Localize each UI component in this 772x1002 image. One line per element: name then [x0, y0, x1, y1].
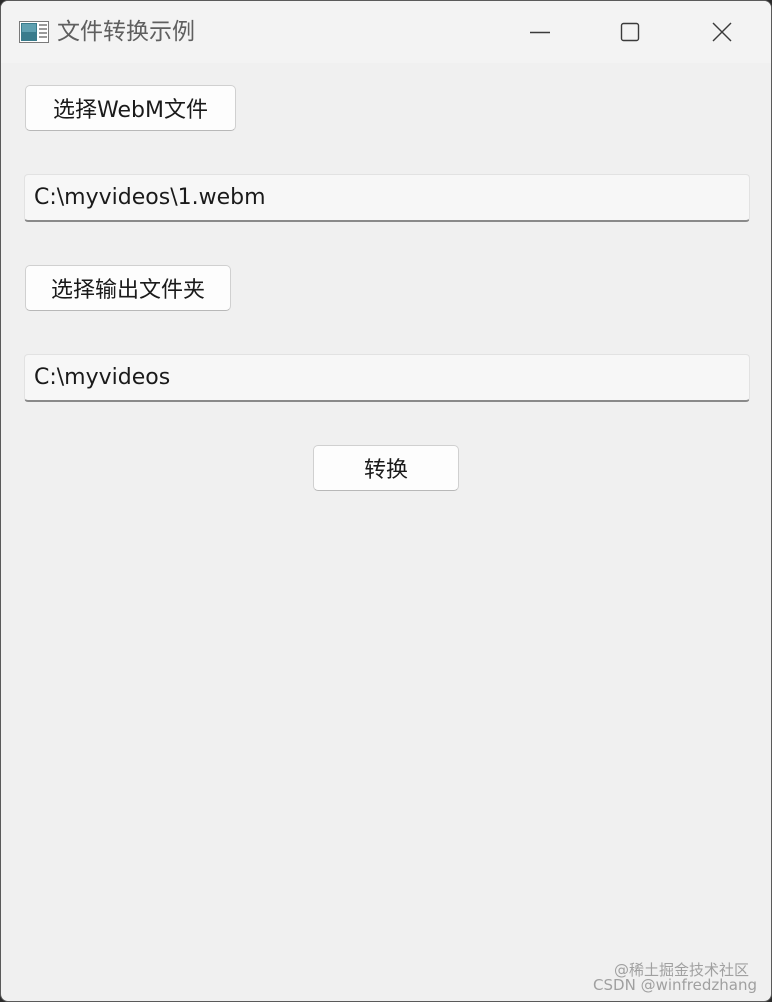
minimize-icon [530, 31, 550, 34]
window-title: 文件转换示例 [57, 19, 195, 45]
minimize-button[interactable] [495, 1, 585, 63]
convert-button[interactable]: 转换 [313, 445, 459, 491]
maximize-icon [620, 22, 640, 42]
close-icon [712, 22, 732, 42]
select-webm-button[interactable]: 选择WebM文件 [25, 85, 236, 131]
maximize-button[interactable] [585, 1, 675, 63]
input-path-field[interactable] [24, 174, 750, 222]
output-path-field[interactable] [24, 354, 750, 402]
app-window: 文件转换示例 选择WebM文件 选择输出文件夹 转换 @稀土掘金技术社区 CSD… [0, 0, 772, 1002]
select-output-folder-button[interactable]: 选择输出文件夹 [25, 265, 231, 311]
close-button[interactable] [677, 1, 767, 63]
watermark-csdn: CSDN @winfredzhang [593, 976, 757, 994]
title-bar[interactable]: 文件转换示例 [1, 1, 771, 63]
app-window-icon [19, 21, 49, 43]
